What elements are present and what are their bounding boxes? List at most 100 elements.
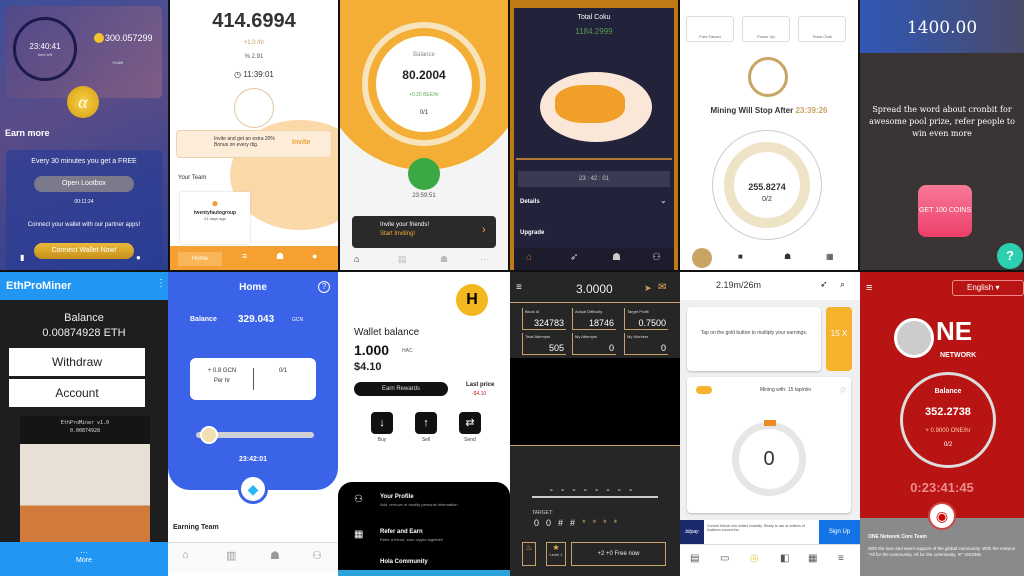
nav-more-icon[interactable]: ▦ [826,252,834,261]
nav-wallet-icon[interactable]: ■ [738,252,743,261]
nav-mining-icon[interactable]: ◎ [750,553,759,564]
panel-gcn: Home ? Balance 329.043 GCN + 0.8 GCN Per… [168,272,338,576]
alpha-coin-button[interactable]: α [67,86,99,118]
nav-menu-icon[interactable]: ≡ [838,553,844,564]
panel-cronbit: 1400.00 Spread the word about cronbit fo… [860,0,1024,270]
target-label: TARGET: [532,510,553,516]
nav-team-icon[interactable]: ☗ [270,549,280,562]
send-icon[interactable]: ➤ [644,283,652,294]
hash-input[interactable]: -------- [532,485,658,498]
nav-wallet-icon[interactable]: ◧ [780,553,789,564]
tab-team-chat[interactable]: Team Chat [798,16,846,42]
nav-home-icon[interactable]: ⌂ [354,254,359,264]
game-view[interactable] [20,416,150,544]
nav-more-icon[interactable]: ··· [480,254,489,264]
mining-toggle[interactable] [696,386,712,394]
chevron-right-icon: › [482,224,486,236]
nav-profile-icon[interactable]: ⚇ [652,252,661,263]
get-coins-button[interactable]: GET 100 COINS [918,185,972,237]
ad-signup-button[interactable]: Sign Up [819,520,860,544]
nav-rocket-icon[interactable]: ➶ [570,252,578,263]
chevron-down-icon[interactable]: ⌄ [660,196,667,205]
earn-rewards-button[interactable]: Earn Rewards [354,382,448,396]
tab-power-up[interactable]: Power Up [742,16,790,42]
earning-team-label: Earning Team [173,524,219,531]
boost-button[interactable]: ♨ [522,542,536,566]
nav-news-icon[interactable]: ▤ [690,553,699,564]
rocket-icon[interactable]: ➶ [820,279,828,290]
invite-card[interactable]: Invite your friends! Start Inviting! › [352,216,496,248]
diamond-button[interactable]: ◆ [238,474,268,504]
stats-icon[interactable]: ▮ [20,253,24,262]
nav-building-icon[interactable]: ▥ [226,549,236,562]
mail-icon[interactable]: ✉ [658,282,666,293]
menu-icon[interactable]: ≡ [516,282,522,293]
connect-wallet-button[interactable]: Connect Wallet Now! [34,243,134,259]
free-now-button[interactable]: +2 +0 Free now [571,542,666,566]
balance-label: Balance [190,316,217,323]
language-select[interactable]: English ▾ [952,280,1024,296]
nav-store-icon[interactable]: ▦ [808,553,817,564]
buy-label: Buy [377,437,387,443]
nav-team-icon[interactable]: ☗ [276,251,284,262]
stat-actual-difficulty: Actual Difficulty 18746 [572,308,616,330]
avatar[interactable] [894,318,934,358]
nav-home[interactable]: Home [178,252,222,266]
nav-profile-icon[interactable]: ● [312,251,317,261]
nav-stack-icon[interactable]: ≡ [242,251,247,261]
app-title: EthProMiner [6,280,72,292]
multiplier-button[interactable]: 15 X [826,307,852,371]
clock-icon: ◷ [234,70,244,79]
account-button[interactable]: Account [9,379,145,407]
level-button[interactable]: ★ Level 1 [546,542,566,566]
footer-title: ONE Network Core Team [868,534,927,540]
send-button[interactable]: ⇄ [459,412,481,434]
progress-knob[interactable] [199,426,218,444]
balance-ring [900,372,996,468]
balance: 255.8274 [748,182,786,192]
brand-label: NETWORK [940,352,977,359]
open-lootbox-button[interactable]: Open Lootbox [34,176,134,192]
menu-item-community[interactable]: Hola Community [380,559,428,565]
mine-globe-button[interactable]: ◉ [928,502,956,530]
team-member-card[interactable]: ● twentyfautogroup 21 days ago [180,192,250,244]
tab-free-faucet[interactable]: Free Faucet [686,16,734,42]
info-icon[interactable]: ⓘ [840,386,846,395]
menu-item-profile[interactable]: Your Profile [380,494,414,500]
invite-title: Invite your friends! [380,222,430,228]
mining-timer: 23:39:26 [795,106,828,115]
nav-home-icon[interactable]: ⌂ [182,549,189,561]
ad-brand: bitpay [680,520,704,544]
upgrade-label[interactable]: Upgrade [520,230,544,236]
user-icon: ● [211,196,219,210]
sell-button[interactable]: ↑ [415,412,437,434]
nav-team-icon[interactable]: ☗ [784,252,791,261]
details-label[interactable]: Details [520,199,540,205]
nav-team-icon[interactable]: ☗ [440,254,448,265]
overflow-menu-icon[interactable]: ⋮ [156,278,166,289]
nav-chat-icon[interactable]: ▭ [720,553,729,564]
game-title: EthProMiner v1.0 [60,420,110,426]
nav-list-icon[interactable]: ▤ [398,254,407,265]
mine-button[interactable] [408,158,440,190]
search-icon[interactable]: ⌕ [840,279,845,290]
buy-button[interactable]: ↓ [371,412,393,434]
tap-counter[interactable]: 0 [732,422,806,496]
ad-banner[interactable]: bitpay Convert bitcoin into dollars inst… [680,520,860,544]
nav-team-icon[interactable]: ☗ [612,252,621,263]
profile-icon[interactable]: ● [136,253,141,262]
more-button[interactable]: ··· More [0,542,168,576]
team-count: 0/1 [419,110,429,116]
menu-icon[interactable]: ≡ [866,282,872,294]
help-icon[interactable]: ? [318,281,330,293]
balance-circle [376,36,472,132]
invite-link[interactable]: Invite [292,139,310,146]
nav-home[interactable] [692,248,712,268]
menu-item-refer[interactable]: Refer and Earn [380,529,423,535]
nav-home-icon[interactable]: ⌂ [526,252,532,263]
nav-profile-icon[interactable]: ⚇ [312,549,322,562]
help-button[interactable]: ? [997,243,1023,269]
balance: 1.000 [354,342,390,358]
withdraw-button[interactable]: Withdraw [9,348,145,376]
dig-button[interactable] [234,88,274,128]
